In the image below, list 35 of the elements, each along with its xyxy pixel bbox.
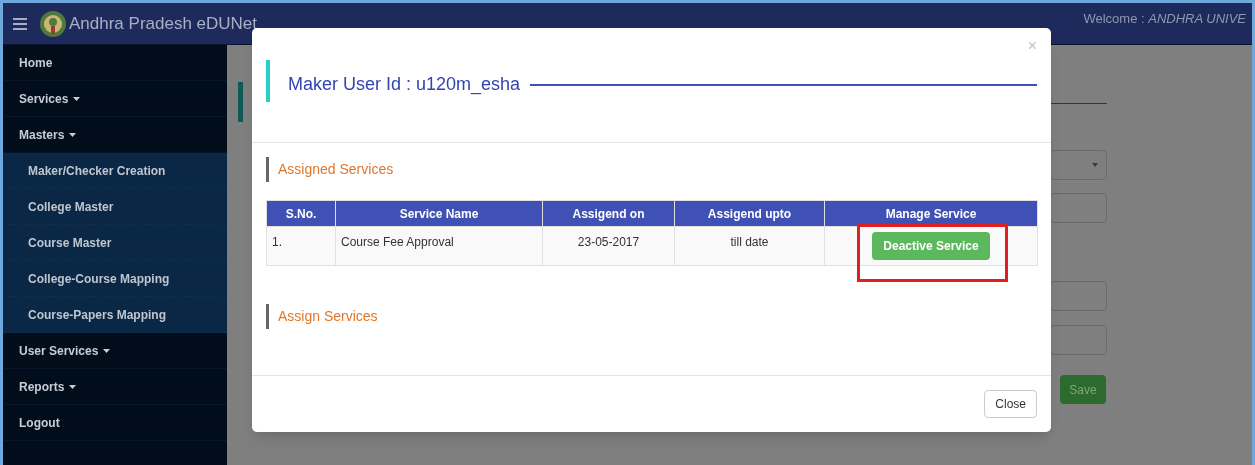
modal-title: Maker User Id : u120m_esha bbox=[288, 73, 521, 97]
caret-icon bbox=[103, 348, 111, 353]
submenu-item[interactable]: College-Course Mapping bbox=[28, 269, 170, 288]
caret-icon bbox=[69, 132, 77, 137]
sidebar-item[interactable]: Reports bbox=[19, 377, 65, 396]
submenu-item[interactable]: Course Master bbox=[28, 233, 112, 252]
sidebar-item[interactable]: User Services bbox=[19, 341, 99, 360]
caret-icon bbox=[1092, 163, 1098, 167]
title-accent-bar bbox=[266, 60, 270, 102]
table-cell: till date bbox=[674, 226, 825, 266]
table-cell: 23-05-2017 bbox=[542, 226, 675, 266]
emblem-icon bbox=[39, 9, 67, 38]
sidebar-item[interactable]: Home bbox=[19, 53, 53, 72]
close-button[interactable]: Close bbox=[984, 390, 1037, 418]
menu-icon[interactable] bbox=[13, 17, 27, 30]
section-title: Assign Services bbox=[278, 307, 378, 326]
sidebar-item[interactable]: Services bbox=[19, 89, 69, 108]
column-header: Assigend on bbox=[542, 200, 675, 227]
column-header: Manage Service bbox=[824, 200, 1038, 227]
caret-icon bbox=[73, 96, 81, 101]
submenu-item[interactable]: Maker/Checker Creation bbox=[28, 161, 166, 180]
column-header: Service Name bbox=[335, 200, 543, 227]
table-cell: 1. bbox=[266, 226, 336, 266]
site-title: Andhra Pradesh eDUNet bbox=[69, 12, 258, 35]
sidebar-item[interactable]: Logout bbox=[19, 413, 60, 432]
title-accent-bar bbox=[238, 82, 243, 122]
column-header: Assigend upto bbox=[674, 200, 825, 227]
submenu-item[interactable]: Course-Papers Mapping bbox=[28, 305, 167, 324]
welcome-text: Welcome : ANDHRA UNIVE bbox=[1083, 10, 1246, 28]
table-cell: Course Fee Approval bbox=[335, 226, 543, 266]
sidebar-item[interactable]: Masters bbox=[19, 125, 65, 144]
column-header: S.No. bbox=[266, 200, 336, 227]
caret-icon bbox=[69, 384, 77, 389]
submenu-item[interactable]: College Master bbox=[28, 197, 114, 216]
section-title: Assigned Services bbox=[278, 160, 394, 179]
